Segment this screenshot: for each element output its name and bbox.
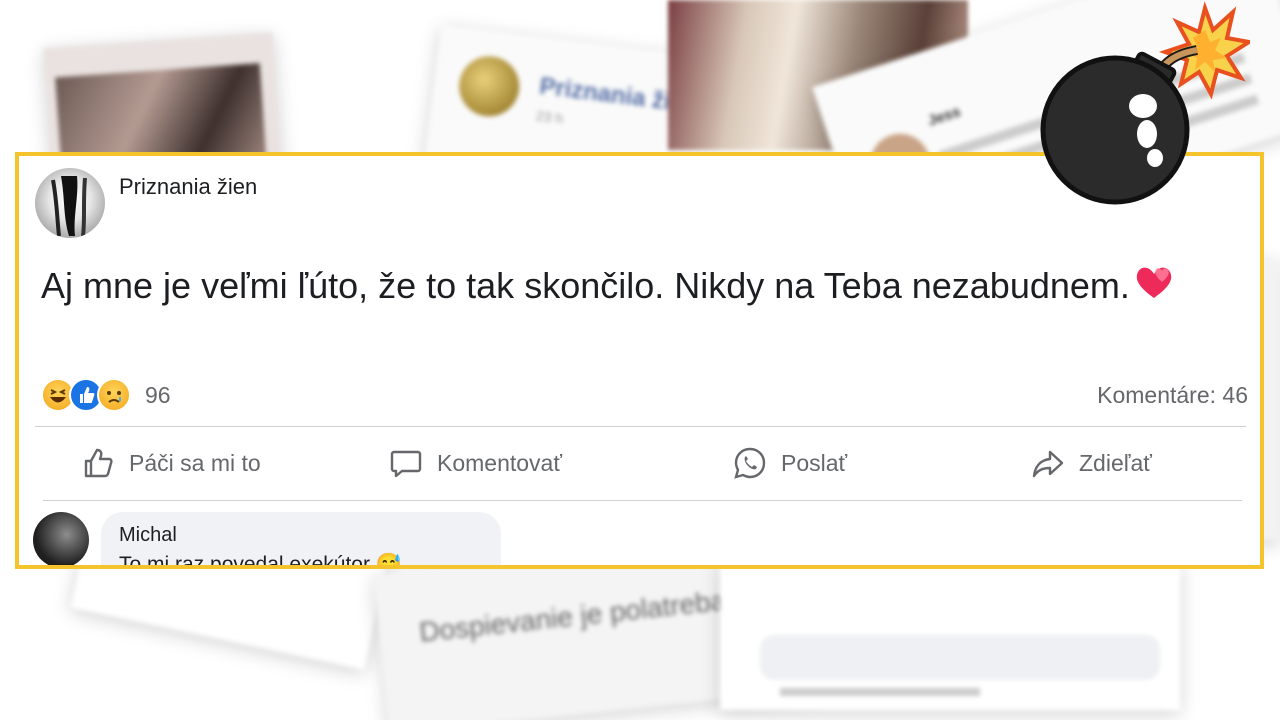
commenter-avatar[interactable] [33, 512, 89, 565]
like-label: Páči sa mi to [129, 449, 261, 476]
sad-reaction-icon [97, 378, 131, 412]
post-header: Priznania žien [35, 168, 257, 238]
post-text: Aj mne je veľmi ľúto, že to tak skončilo… [41, 260, 1191, 315]
two-hearts-icon [1132, 262, 1174, 315]
reactions-summary[interactable]: 96 [41, 378, 171, 412]
bomb-icon [1035, 0, 1255, 215]
whatsapp-icon [733, 446, 767, 480]
comments-count[interactable]: Komentáre: 46 [1097, 382, 1248, 409]
like-button[interactable]: Páči sa mi to [81, 446, 261, 480]
bg-post-time: 23 h [535, 107, 565, 127]
divider [35, 426, 1246, 427]
page-name[interactable]: Priznania žien [119, 174, 257, 200]
page-avatar[interactable] [35, 168, 105, 238]
bg-tweet-user: Jess [925, 103, 963, 130]
comment-button[interactable]: Komentovať [389, 446, 562, 480]
comment-label: Komentovať [437, 449, 562, 476]
comment: Michal To mi raz povedal exekútor 😅 [33, 512, 501, 569]
comment-bubble: Michal To mi raz povedal exekútor 😅 [101, 512, 501, 569]
bg-page-logo [455, 52, 523, 120]
comment-author[interactable]: Michal [119, 524, 483, 547]
thumbs-up-icon [81, 446, 115, 480]
share-label: Zdieľať [1079, 449, 1152, 476]
send-label: Poslať [781, 449, 848, 476]
comment-text: To mi raz povedal exekútor 😅 [119, 553, 402, 569]
comment-icon [389, 446, 423, 480]
bg-reply-bubble [760, 635, 1160, 680]
send-button[interactable]: Poslať [733, 446, 847, 480]
bg-reply-meta [780, 688, 980, 696]
post-action-bar: Páči sa mi to Komentovať Poslať Zdieľať [19, 446, 1260, 486]
reaction-count: 96 [145, 381, 171, 408]
bg-reply-card [720, 560, 1180, 710]
reaction-icons [41, 378, 131, 412]
divider [43, 500, 1242, 501]
share-button[interactable]: Zdieľať [1031, 446, 1152, 480]
post-text-content: Aj mne je veľmi ľúto, že to tak skončilo… [41, 265, 1130, 306]
share-arrow-icon [1031, 446, 1065, 480]
